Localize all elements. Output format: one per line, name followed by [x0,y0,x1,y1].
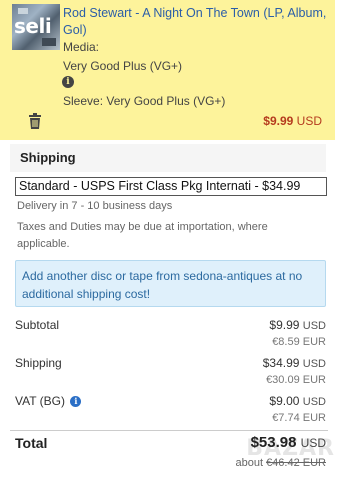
vat-label-row: VAT (BG) i [15,394,82,408]
item-price: $9.99 USD [263,114,322,128]
subtotal-currency: USD [302,320,326,332]
promo-text: Add another disc or tape from sedona-ant… [22,269,303,301]
sleeve-condition: Sleeve: Very Good Plus (VG+) [63,94,226,108]
shipping-cost-amount: $34.99 [262,356,300,370]
taxes-note: Taxes and Duties may be due at importati… [17,221,268,250]
promo-banner: Add another disc or tape from sedona-ant… [15,260,326,307]
album-thumbnail[interactable]: seli [12,4,60,50]
info-icon[interactable]: i [62,76,74,88]
vat-usd: $9.00 USD [269,394,326,408]
total-currency: USD [300,436,326,450]
total-amount: $53.98 [250,434,297,451]
subtotal-label: Subtotal [15,318,60,332]
vat-eur: €7.74 EUR [272,412,326,424]
subtotal-amount: $9.99 [269,318,300,332]
vat-amount: $9.00 [269,394,300,408]
item-title-link[interactable]: Rod Stewart - A Night On The Town (LP, A… [63,5,329,39]
cart-item-card: seli Rod Stewart - A Night On The Town (… [0,0,335,140]
subtotal-usd: $9.99 USD [269,318,326,332]
media-label: Media: [63,40,100,54]
totals-divider [10,430,328,431]
delivery-estimate: Delivery in 7 - 10 business days [17,200,173,212]
shipping-cost-label: Shipping [15,356,62,370]
media-condition: Very Good Plus (VG+) [63,59,183,73]
shipping-cost-usd: $34.99 USD [263,356,326,370]
vat-label: VAT (BG) [15,394,66,408]
vat-currency: USD [302,396,326,408]
total-eur-prefix: about [235,457,263,469]
info-icon[interactable]: i [70,396,82,407]
item-price-amount: $9.99 [263,114,294,128]
shipping-header: Shipping [10,144,326,172]
shipping-method-select[interactable]: Standard - USPS First Class Pkg Internat… [15,177,327,196]
trash-icon[interactable] [28,113,42,129]
total-eur: about €46.42 EUR [235,457,326,469]
thumbnail-detail [42,38,56,46]
thumbnail-text: seli [14,14,52,38]
subtotal-eur: €8.59 EUR [272,336,326,348]
shipping-title: Shipping [20,150,76,165]
total-label: Total [15,435,48,451]
total-usd: $53.98 USD [251,434,326,451]
item-price-currency: USD [296,114,322,128]
shipping-cost-currency: USD [302,358,326,370]
total-eur-amount: €46.42 EUR [266,457,326,469]
shipping-cost-eur: €30.09 EUR [266,374,326,386]
